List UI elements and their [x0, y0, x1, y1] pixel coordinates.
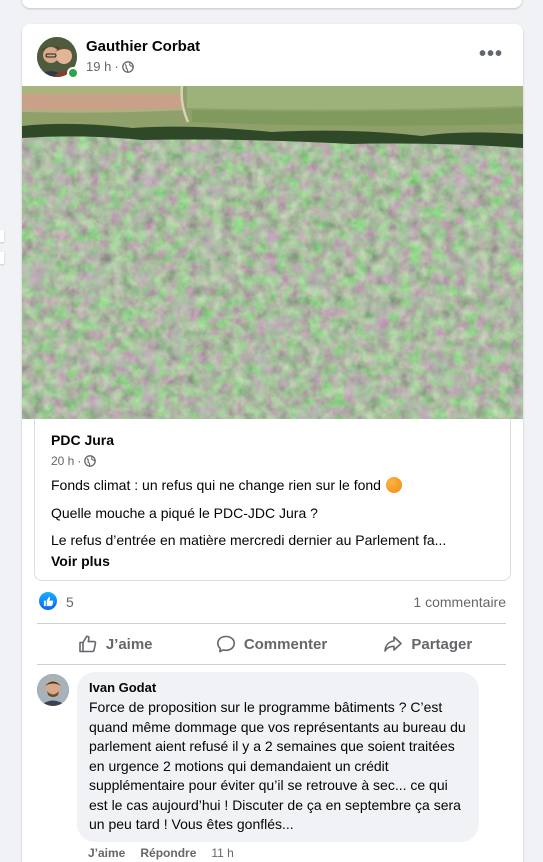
like-button[interactable]: J’aime — [37, 624, 193, 664]
previous-post-card — [22, 0, 522, 8]
author-name[interactable]: Gauthier Corbat — [86, 38, 200, 55]
like-label: J’aime — [105, 635, 153, 653]
comment-text: Force de proposition sur le programme bâ… — [89, 699, 466, 832]
commenter-name[interactable]: Ivan Godat — [89, 680, 467, 695]
shared-post-preview[interactable]: PDC Jura 20 h · Fonds climat : un refus … — [34, 419, 511, 581]
reactions-bar: 5 1 commentaire — [22, 589, 523, 615]
comment-like-link[interactable]: J’aime — [88, 846, 125, 860]
shared-post-time[interactable]: 20 h — [51, 454, 74, 468]
commenter-avatar[interactable] — [37, 674, 69, 706]
speech-bubble-icon — [216, 635, 235, 653]
post-meta: 19 h · — [86, 59, 134, 74]
post-time[interactable]: 19 h — [86, 59, 111, 74]
comment-bubble: Ivan Godat Force de proposition sur le p… — [77, 672, 479, 842]
post-photo-forest[interactable] — [22, 86, 523, 419]
shared-text-line-1: Fonds climat : un refus qui ne change ri… — [51, 477, 402, 493]
meta-separator: · — [77, 454, 82, 468]
post-card: Gauthier Corbat 19 h · ••• PDC Jura 20 h… — [22, 24, 523, 862]
share-arrow-icon — [384, 636, 403, 652]
left-edge-fragment — [0, 230, 4, 242]
globe-icon — [121, 60, 134, 73]
comment-time[interactable]: 11 h — [211, 846, 233, 860]
globe-icon — [84, 455, 97, 467]
comment-label: Commenter — [243, 635, 328, 653]
comment-button[interactable]: Commenter — [193, 624, 349, 664]
like-count[interactable]: 5 — [66, 594, 74, 610]
share-button[interactable]: Partager — [350, 624, 506, 664]
thumbs-up-icon — [79, 635, 97, 653]
share-label: Partager — [411, 635, 473, 653]
divider — [37, 664, 506, 665]
shared-headline: Fonds climat : un refus qui ne change ri… — [51, 477, 381, 493]
more-options-button[interactable]: ••• — [473, 40, 509, 68]
online-status-icon — [67, 67, 79, 79]
post-header: Gauthier Corbat 19 h · ••• — [22, 24, 523, 86]
shared-post-meta: 20 h · — [51, 454, 97, 468]
see-more-link[interactable]: Voir plus — [51, 553, 110, 569]
left-edge-fragment — [0, 252, 4, 264]
shared-text-line-2: Quelle mouche a piqué le PDC-JDC Jura ? — [51, 505, 318, 521]
shared-page-name[interactable]: PDC Jura — [51, 432, 114, 448]
like-reaction-icon[interactable] — [39, 592, 57, 610]
comment-actions: J’aime Répondre 11 h — [88, 846, 234, 860]
comment-reply-link[interactable]: Répondre — [140, 846, 196, 860]
orange-circle-emoji-icon — [385, 477, 402, 493]
post-actions: J’aime Commenter Partager — [37, 624, 506, 664]
comment-count[interactable]: 1 commentaire — [413, 594, 506, 610]
shared-text-line-3: Le refus d’entrée en matière mercredi de… — [51, 532, 447, 548]
meta-separator: · — [114, 59, 119, 74]
